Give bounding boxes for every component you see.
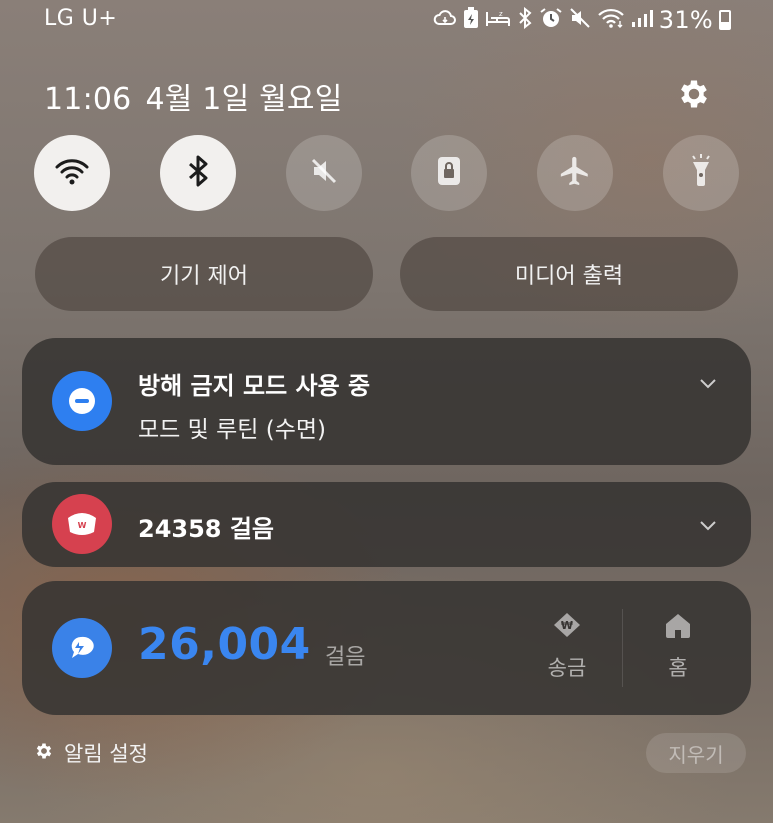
alarm-icon [539,7,563,34]
send-money-label: 송금 [547,656,587,680]
sound-toggle[interactable] [285,135,362,211]
toss-step-number: 26,004 [138,619,311,670]
flashlight-icon [687,154,715,192]
airplane-mode-toggle[interactable] [537,135,614,211]
toss-step-unit: 걸음 [325,645,366,670]
steps-notification-card[interactable]: W 24358 걸음 [22,482,751,567]
flashlight-toggle[interactable] [662,135,739,211]
carrier-label: LG U+ [44,6,118,31]
chevron-down-icon[interactable] [699,516,717,534]
mute-icon [309,156,339,190]
home-button[interactable]: 홈 [633,611,723,682]
cloud-sync-icon [433,8,457,33]
screen-lock-toggle[interactable] [411,135,488,211]
battery-icon [719,10,731,30]
wifi-icon [597,7,625,34]
home-label: 홈 [668,656,688,680]
send-money-button[interactable]: ₩ 송금 [522,611,612,682]
gear-icon [34,741,54,766]
cashwalk-app-icon: W [52,494,112,554]
svg-text:W: W [78,521,87,530]
home-icon [663,611,693,644]
date-time: 11:06 4월 1일 월요일 [44,74,357,118]
svg-text:z: z [499,10,503,18]
notification-settings-label: 알림 설정 [64,742,148,766]
media-output-button[interactable]: 미디어 출력 [400,237,738,311]
airplane-icon [558,154,592,192]
mute-icon [569,7,591,34]
lock-icon [434,155,464,191]
bluetooth-icon [186,154,210,192]
date-label: 4월 1일 월요일 [145,82,343,117]
clock-time: 11:06 [44,82,132,117]
battery-percentage: 31% [658,6,713,34]
notification-settings-button[interactable]: 알림 설정 [34,738,148,768]
quick-settings-row [34,135,739,211]
settings-gear-icon[interactable] [676,76,712,112]
wifi-icon [54,156,90,190]
wifi-toggle[interactable] [34,135,110,211]
sleep-mode-icon: z [485,8,511,33]
svg-text:₩: ₩ [561,619,573,632]
toss-steps-widget[interactable]: 26,004 걸음 ₩ 송금 홈 [22,581,751,715]
dnd-notification-card[interactable]: 방해 금지 모드 사용 중 모드 및 루틴 (수면) [22,338,751,465]
steps-count: 24358 걸음 [138,515,275,543]
status-icons: z 31% [433,6,731,34]
chevron-down-icon[interactable] [699,374,717,392]
device-control-button[interactable]: 기기 제어 [35,237,373,311]
battery-saver-icon [463,6,479,34]
toss-app-icon [52,618,112,678]
signal-icon [631,8,653,33]
divider [622,609,623,687]
status-bar: LG U+ z 31% [0,0,773,44]
dnd-subtitle: 모드 및 루틴 (수면) [138,417,326,443]
won-icon: ₩ [550,611,584,644]
dnd-title: 방해 금지 모드 사용 중 [138,372,371,400]
bluetooth-toggle[interactable] [159,135,236,211]
bluetooth-icon [517,6,533,34]
dnd-icon [52,371,112,431]
clear-all-button[interactable]: 지우기 [646,733,746,773]
